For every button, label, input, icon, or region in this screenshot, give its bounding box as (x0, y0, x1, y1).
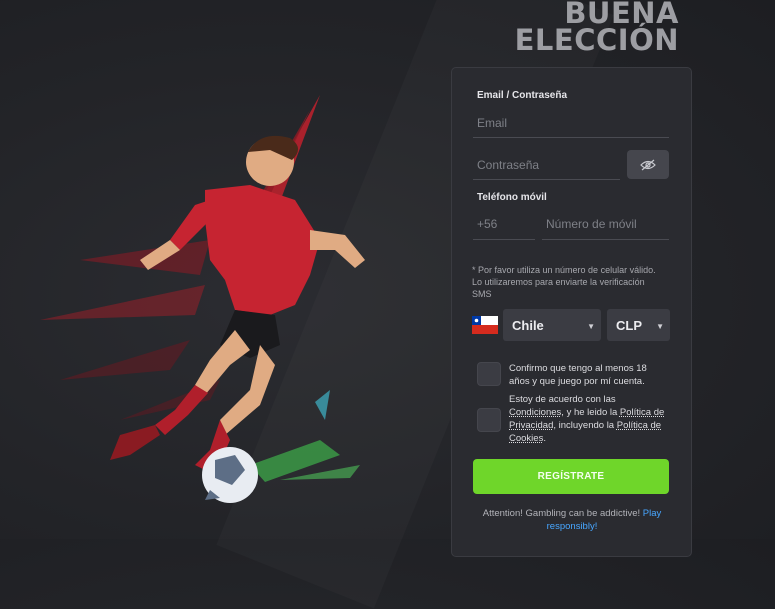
email-field[interactable]: Email (473, 108, 669, 138)
password-visibility-button[interactable] (627, 150, 669, 179)
phone-prefix-field[interactable]: +56 (473, 208, 535, 240)
terms-checkbox[interactable] (477, 408, 501, 432)
gambling-warning: Attention! Gambling can be addictive! Pl… (466, 507, 678, 533)
terms-text-prefix: Estoy de acuerdo con las (509, 394, 616, 405)
chile-flag-icon (472, 316, 498, 334)
soccer-player-illustration (40, 95, 365, 503)
phone-prefix: +56 (477, 216, 498, 231)
country-value: Chile (512, 317, 544, 333)
registration-form: Email / Contraseña Email Contraseña Telé… (451, 67, 692, 557)
caret-down-icon: ▼ (656, 322, 664, 331)
terms-text-end: . (543, 433, 546, 444)
email-placeholder: Email (477, 115, 508, 130)
password-field[interactable]: Contraseña (473, 150, 620, 180)
phone-label: Teléfono móvil (477, 192, 547, 203)
currency-value: CLP (616, 317, 642, 333)
headline-line-2: ELECCIÓN (514, 23, 679, 57)
terms-text-suffix: , incluyendo la (553, 420, 617, 431)
warning-text: Attention! Gambling can be addictive! (482, 508, 643, 519)
terms-text-middle: , y he leido la (561, 407, 620, 418)
currency-select[interactable]: CLP ▼ (607, 309, 670, 341)
email-password-label: Email / Contraseña (477, 90, 568, 101)
phone-note: * Por favor utiliza un número de celular… (472, 265, 656, 299)
age-confirm-label: Confirmo que tengo al menos 18 años y qu… (509, 363, 647, 387)
conditions-link[interactable]: Condiciones (509, 407, 561, 418)
eye-slash-icon (640, 159, 656, 170)
register-button[interactable]: REGÍSTRATE (473, 459, 669, 494)
phone-placeholder: Número de móvil (546, 216, 637, 231)
terms-label: Estoy de acuerdo con las Condiciones, y … (509, 393, 669, 445)
password-placeholder: Contraseña (477, 157, 540, 172)
country-select[interactable]: Chile ▼ (503, 309, 601, 341)
age-confirm-checkbox[interactable] (477, 362, 501, 386)
headline: BUENA ELECCIÓN (514, 0, 679, 57)
phone-number-field[interactable]: Número de móvil (542, 208, 669, 240)
caret-down-icon: ▼ (587, 322, 595, 331)
